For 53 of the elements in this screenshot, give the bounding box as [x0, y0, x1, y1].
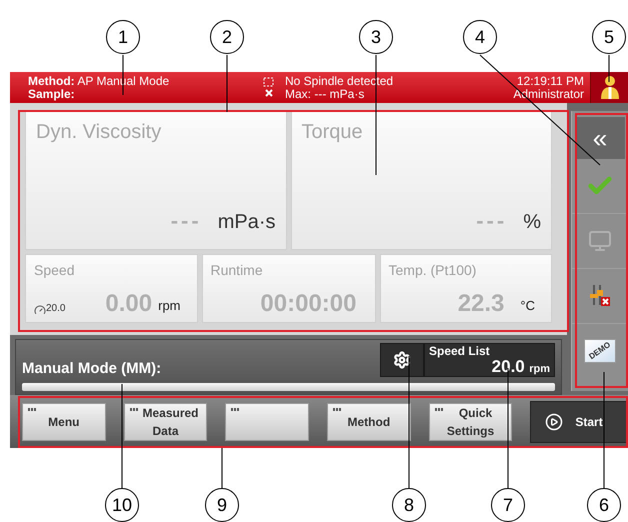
- sample-label: Sample:: [28, 88, 76, 101]
- monitor-icon: [588, 228, 612, 253]
- callout-number: 10: [105, 488, 139, 522]
- callout-number: 8: [392, 488, 426, 522]
- tile-value: 0.00: [105, 292, 152, 316]
- tile-value: ---: [476, 206, 508, 235]
- callout-number: 9: [205, 488, 239, 522]
- function-button[interactable]: Method: [327, 403, 411, 442]
- callout-number: 6: [587, 488, 621, 522]
- callout-number: 5: [592, 20, 626, 54]
- tile-unit: %: [523, 210, 541, 235]
- settings-icon: [393, 350, 411, 369]
- tile-title: Runtime: [210, 260, 264, 280]
- grip-icon: [434, 408, 443, 412]
- speed-list-button[interactable]: Speed List 20.0 rpm: [424, 342, 555, 377]
- tile-unit: mPa·s: [218, 210, 276, 235]
- callout-number: 3: [359, 20, 393, 54]
- tile-unit: rpm: [158, 297, 180, 316]
- leader-line: [226, 54, 228, 112]
- tile-value: 00:00:00: [260, 292, 356, 316]
- grip-icon: [333, 408, 342, 412]
- setpoint-text: 20.0: [46, 302, 66, 316]
- max-viscosity-text: Max: --- mPa·s: [285, 88, 366, 101]
- tile-unit: °C: [520, 297, 535, 316]
- speedometer-icon: [34, 304, 46, 316]
- tile-title: Temp. (Pt100): [388, 260, 478, 280]
- callout-number: 2: [210, 20, 244, 54]
- function-button[interactable]: Menu: [22, 403, 106, 442]
- tile-value: 22.3: [458, 292, 504, 316]
- play-icon: [545, 413, 564, 432]
- grip-icon: [28, 408, 36, 412]
- callout-number: 4: [463, 20, 497, 54]
- user-button[interactable]: [590, 72, 628, 103]
- clock-text: 12:19:11 PM: [516, 75, 584, 88]
- tile-value: ---: [170, 206, 202, 235]
- sliders-error-icon: [589, 284, 611, 308]
- tile-title: Dyn. Viscosity: [36, 120, 162, 145]
- collapse-button[interactable]: «: [575, 116, 625, 159]
- leader-line: [608, 54, 610, 82]
- tile-title: Torque: [302, 120, 364, 145]
- callout-number: 7: [491, 488, 525, 522]
- user-icon: [598, 75, 620, 100]
- function-button[interactable]: Measured Data: [124, 403, 208, 442]
- function-button[interactable]: Quick Settings: [428, 403, 512, 442]
- callout-number: 1: [106, 20, 140, 54]
- spindle-missing-icon: [263, 77, 275, 99]
- mode-title: Manual Mode (MM):: [22, 359, 162, 380]
- function-button[interactable]: [225, 403, 310, 442]
- grip-icon: [130, 408, 138, 412]
- grip-icon: [231, 408, 240, 412]
- settings-button[interactable]: [380, 342, 424, 377]
- start-button[interactable]: Start: [530, 401, 628, 444]
- tile-title: Speed: [34, 260, 76, 280]
